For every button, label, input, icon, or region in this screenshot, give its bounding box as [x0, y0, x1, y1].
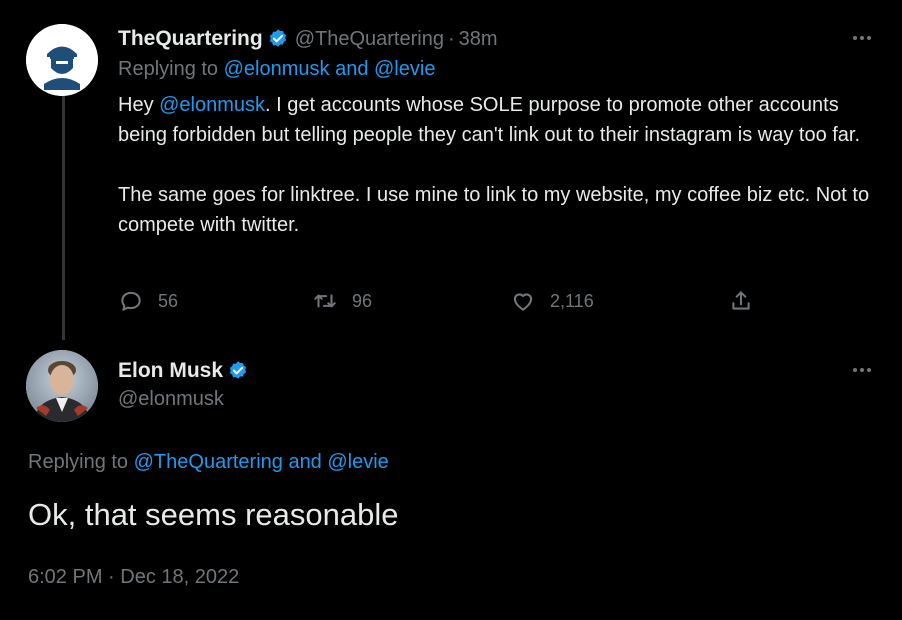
- tweet-text-prefix: Hey: [118, 94, 160, 116]
- like-button[interactable]: 2,116: [510, 288, 594, 314]
- replying-to-link[interactable]: @elonmusk and @levie: [224, 58, 436, 80]
- tweet-actions: 56 96 2,116: [118, 288, 758, 316]
- replying-to-label: Replying to: [118, 58, 224, 80]
- replying-to-link[interactable]: @TheQuartering and @levie: [134, 451, 389, 473]
- tweet-paragraph: Hey @elonmusk. I get accounts whose SOLE…: [118, 90, 878, 150]
- replying-to: Replying to @elonmusk and @levie: [118, 58, 435, 81]
- author-handle[interactable]: @elonmusk: [118, 388, 224, 411]
- author-name[interactable]: TheQuartering: [118, 27, 263, 51]
- tweet-time[interactable]: 38m: [459, 28, 498, 51]
- share-button[interactable]: [728, 288, 754, 314]
- separator-dot: ·: [447, 27, 455, 50]
- avatar-thequartering[interactable]: [26, 24, 98, 96]
- retweet-count: 96: [352, 290, 373, 311]
- thread-connector-line: [62, 96, 65, 340]
- tweet-timestamp[interactable]: 6:02 PM · Dec 18, 2022: [28, 566, 239, 589]
- mention-link[interactable]: @elonmusk: [159, 94, 265, 116]
- share-icon: [732, 291, 750, 310]
- tweet-thread: TheQuartering @TheQuartering · 38m Reply…: [0, 0, 902, 620]
- tweet-body: Hey @elonmusk. I get accounts whose SOLE…: [118, 90, 878, 240]
- tweet-paragraph-2: The same goes for linktree. I use mine t…: [118, 184, 870, 236]
- reply-count: 56: [158, 290, 179, 311]
- reply-button[interactable]: 56: [118, 288, 178, 314]
- reply-icon: [121, 291, 141, 311]
- replying-to: Replying to @TheQuartering and @levie: [28, 451, 389, 474]
- main-tweet-header: Elon Musk: [118, 358, 249, 384]
- replying-to-label: Replying to: [28, 451, 134, 473]
- author-name[interactable]: Elon Musk: [118, 359, 223, 383]
- more-options-icon[interactable]: [848, 28, 876, 48]
- verified-badge-icon: [267, 28, 289, 50]
- avatar-elonmusk[interactable]: [26, 350, 98, 422]
- parent-tweet-header: TheQuartering @TheQuartering · 38m: [118, 26, 498, 52]
- retweet-icon: [314, 294, 336, 308]
- more-options-icon[interactable]: [848, 360, 876, 380]
- like-count: 2,116: [550, 290, 594, 311]
- retweet-button[interactable]: 96: [312, 288, 372, 314]
- author-handle[interactable]: @TheQuartering: [295, 28, 444, 51]
- verified-badge-icon: [227, 360, 249, 382]
- tweet-text: Ok, that seems reasonable: [28, 497, 399, 532]
- like-icon: [513, 293, 533, 311]
